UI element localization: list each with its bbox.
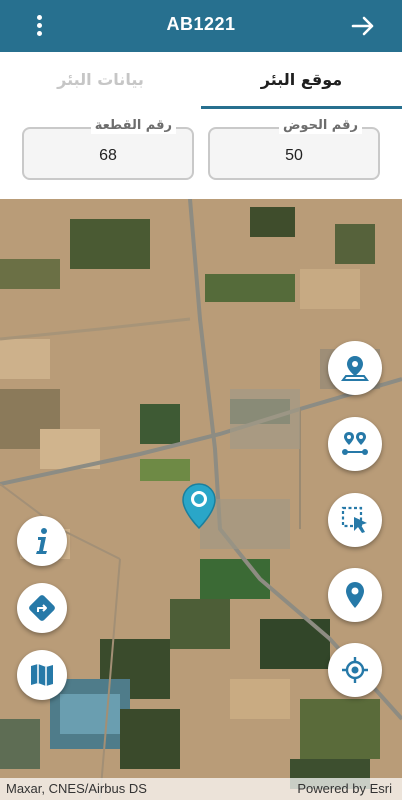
my-location-icon	[342, 657, 368, 683]
directions-button[interactable]	[17, 583, 67, 633]
map-layers-button[interactable]	[17, 650, 67, 700]
pin-location-button[interactable]	[328, 341, 382, 395]
map-layers-icon	[31, 664, 53, 686]
my-location-button[interactable]	[328, 643, 382, 697]
place-pin-icon	[346, 582, 364, 608]
arrow-right-icon[interactable]	[350, 13, 376, 39]
imagery-attribution: Maxar, CNES/Airbus DS	[6, 781, 147, 796]
well-location-marker-icon[interactable]	[181, 482, 217, 530]
info-button[interactable]	[17, 516, 67, 566]
place-pin-button[interactable]	[328, 568, 382, 622]
info-icon	[36, 528, 47, 554]
basin-number-field[interactable]: رقم الحوض 50	[208, 118, 380, 180]
directions-icon	[29, 595, 55, 621]
tab-bar: بيانات البئر موقع البئر	[0, 52, 402, 109]
select-area-icon	[341, 506, 367, 533]
parcel-number-field[interactable]: رقم القطعة 68	[22, 118, 194, 180]
tab-well-data[interactable]: بيانات البئر	[0, 52, 201, 109]
esri-attribution[interactable]: Powered by Esri	[297, 781, 392, 796]
basin-number-label: رقم الحوض	[278, 118, 362, 134]
parcel-number-label: رقم القطعة	[90, 118, 176, 134]
app-bar: AB1221	[0, 0, 402, 52]
satellite-map[interactable]: Maxar, CNES/Airbus DS Powered by Esri	[0, 199, 402, 800]
well-fields: رقم الحوض 50 رقم القطعة 68	[0, 109, 402, 199]
app-root: AB1221 بيانات البئر موقع البئر رقم الحوض…	[0, 0, 402, 800]
select-area-button[interactable]	[328, 493, 382, 547]
map-attribution: Maxar, CNES/Airbus DS Powered by Esri	[0, 778, 402, 800]
parcel-number-value: 68	[99, 147, 117, 164]
basin-number-value: 50	[285, 147, 303, 164]
page-title: AB1221	[166, 14, 236, 34]
pin-location-icon	[341, 356, 369, 381]
route-points-button[interactable]	[328, 417, 382, 471]
route-points-icon	[342, 432, 368, 455]
tab-well-location[interactable]: موقع البئر	[201, 52, 402, 109]
